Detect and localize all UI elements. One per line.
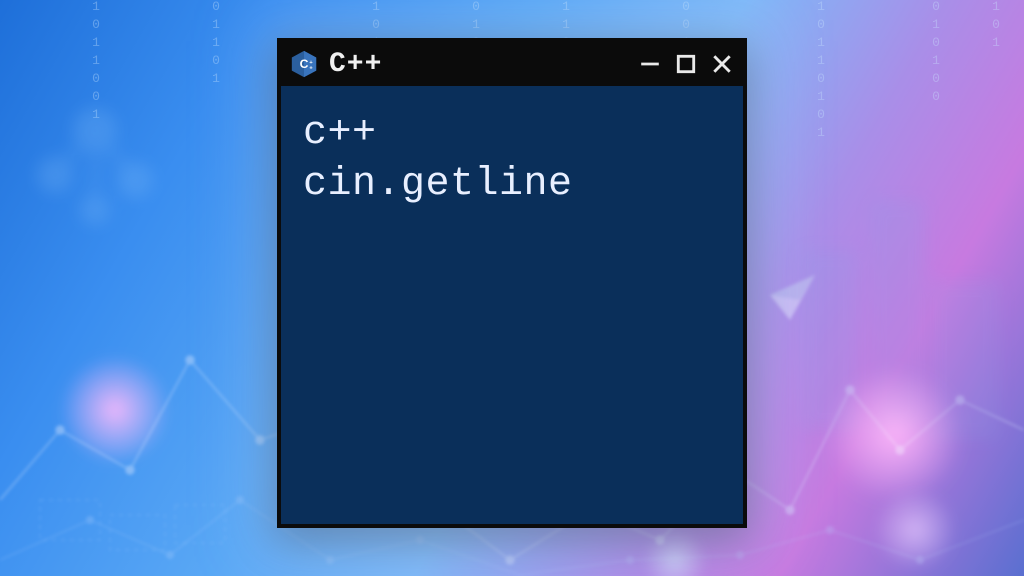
close-button[interactable]	[711, 53, 733, 75]
svg-text:C: C	[300, 57, 309, 71]
close-icon	[711, 53, 733, 75]
terminal-window: C + + C++ c++ cin.getline	[277, 38, 747, 528]
minimize-icon	[639, 53, 661, 75]
lens-flare	[55, 350, 175, 470]
cpp-logo-icon: C + +	[289, 49, 319, 79]
maximize-icon	[675, 53, 697, 75]
lens-flare	[870, 485, 960, 575]
content-line-1: c++	[303, 108, 721, 159]
content-line-2: cin.getline	[303, 159, 721, 210]
terminal-content: c++ cin.getline	[281, 86, 743, 232]
lens-flare	[815, 355, 975, 515]
window-title: C++	[329, 49, 382, 80]
titlebar[interactable]: C + + C++	[281, 42, 743, 86]
window-controls	[639, 53, 733, 75]
maximize-button[interactable]	[675, 53, 697, 75]
lens-flare	[640, 525, 710, 576]
minimize-button[interactable]	[639, 53, 661, 75]
